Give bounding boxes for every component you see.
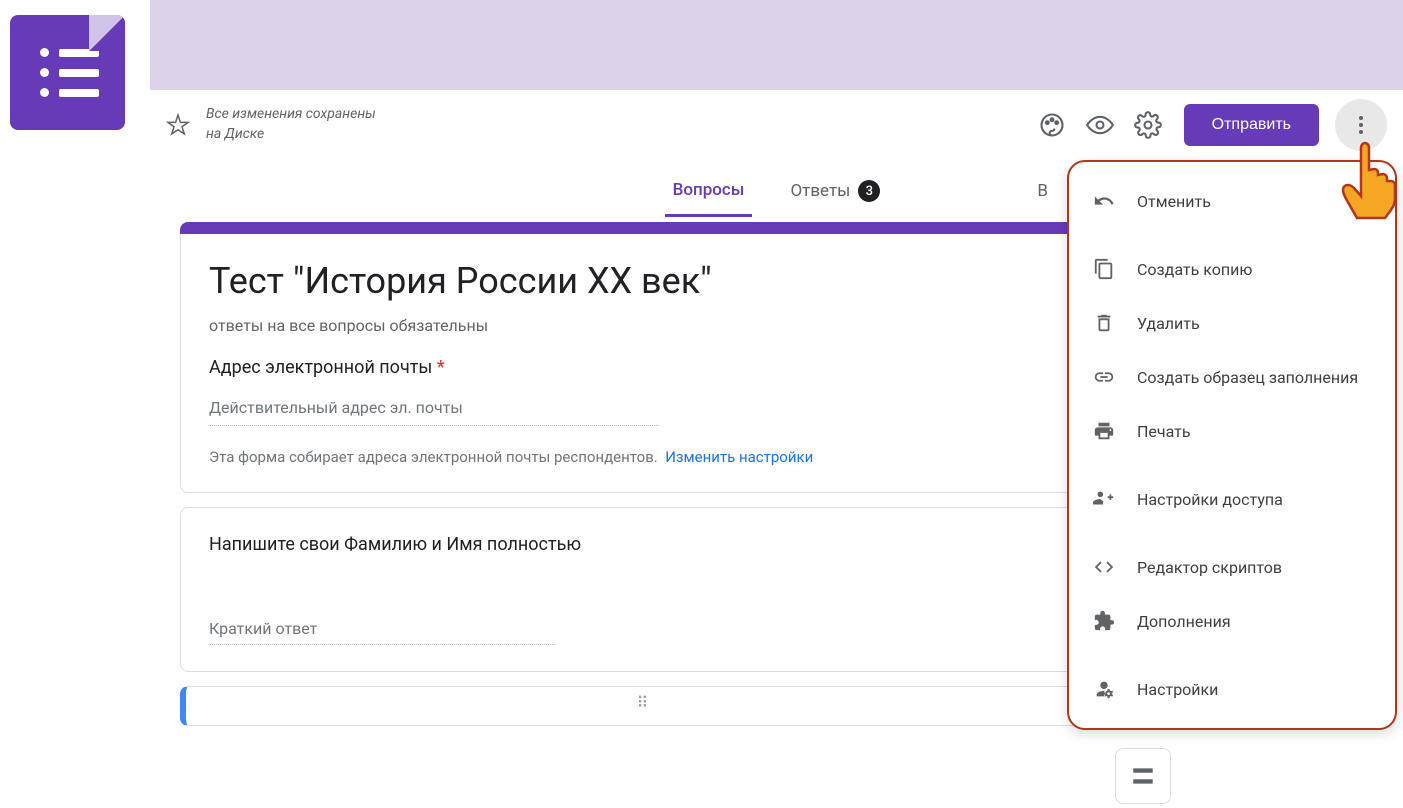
form-canvas: Тест "История России XX век" ответы на в…: [180, 222, 1103, 726]
menu-collaborators[interactable]: Настройки доступа: [1069, 472, 1395, 526]
question-card-1[interactable]: Напишите свои Фамилию и Имя полностью Кр…: [180, 507, 1103, 672]
question-title[interactable]: Напишите свои Фамилию и Имя полностью: [209, 534, 1074, 555]
star-icon[interactable]: [166, 113, 190, 137]
palette-icon[interactable]: [1028, 101, 1076, 149]
email-label: Адрес электронной почты *: [209, 357, 1074, 378]
more-menu-dropdown: Отменить Создать копию Удалить Создать о…: [1067, 160, 1397, 730]
email-input[interactable]: Действительный адрес эл. почты: [209, 390, 659, 426]
form-header-card[interactable]: Тест "История России XX век" ответы на в…: [180, 234, 1103, 493]
send-button[interactable]: Отправить: [1184, 104, 1319, 146]
form-description[interactable]: ответы на все вопросы обязательны: [209, 316, 1074, 335]
header-accent: [180, 222, 1103, 234]
menu-delete[interactable]: Удалить: [1069, 296, 1395, 350]
hand-pointer-icon: [1333, 140, 1403, 220]
required-star-icon: *: [437, 357, 445, 378]
settings-gear-icon[interactable]: [1124, 101, 1172, 149]
menu-script-editor[interactable]: Редактор скриптов: [1069, 540, 1395, 594]
change-settings-link[interactable]: Изменить настройки: [665, 448, 813, 466]
collect-email-note: Эта форма собирает адреса электронной по…: [209, 448, 1074, 466]
toolbox-section-icon[interactable]: [1115, 748, 1171, 804]
drag-handle-icon[interactable]: ⠿: [637, 693, 652, 712]
answers-count-badge: 3: [858, 180, 880, 202]
forms-app-icon[interactable]: [10, 15, 125, 130]
tab-answers[interactable]: Ответы 3: [782, 166, 888, 216]
menu-preferences[interactable]: Настройки: [1069, 662, 1395, 716]
toolbar: Все изменения сохранены на Диске Отправи…: [150, 90, 1403, 160]
preview-icon[interactable]: [1076, 101, 1124, 149]
tab-cut-text: В: [1037, 181, 1048, 201]
menu-print[interactable]: Печать: [1069, 404, 1395, 458]
form-title[interactable]: Тест "История России XX век": [209, 260, 1074, 302]
menu-addons[interactable]: Дополнения: [1069, 594, 1395, 648]
short-answer-placeholder: Краткий ответ: [209, 613, 555, 645]
tab-answers-label: Ответы: [790, 181, 850, 201]
top-banner: [150, 0, 1403, 90]
tab-questions[interactable]: Вопросы: [665, 166, 753, 217]
menu-prefill[interactable]: Создать образец заполнения: [1069, 350, 1395, 404]
menu-make-copy[interactable]: Создать копию: [1069, 242, 1395, 296]
save-status: Все изменения сохранены на Диске: [206, 105, 376, 144]
active-question-card[interactable]: ⠿: [180, 686, 1103, 726]
